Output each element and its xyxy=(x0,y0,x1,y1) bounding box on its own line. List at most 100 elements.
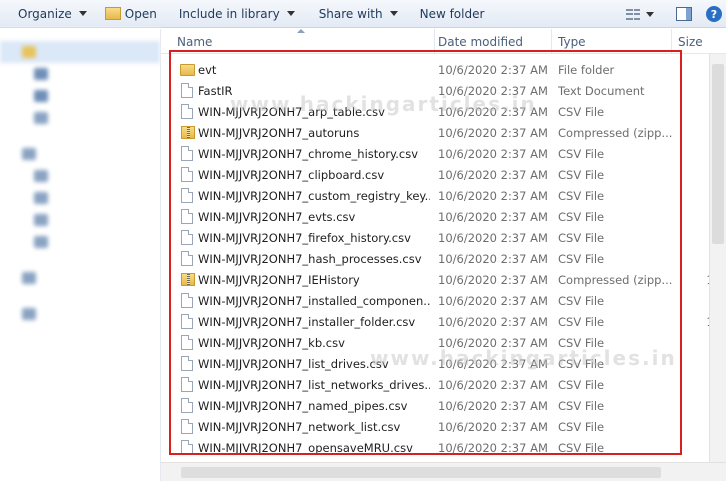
chevron-down-icon xyxy=(389,11,398,16)
pictures-icon xyxy=(34,214,48,226)
file-date-modified: 10/6/2020 2:37 AM xyxy=(438,335,548,350)
nav-item[interactable] xyxy=(0,143,160,165)
nav-item[interactable] xyxy=(0,231,160,253)
csv-file-icon xyxy=(181,167,193,182)
folder-open-icon xyxy=(104,7,121,20)
file-row[interactable]: WIN-MJJVRJ2ONH7_arp_table.csv 10/6/2020 2… xyxy=(161,101,721,122)
file-row[interactable]: WIN-MJJVRJ2ONH7_list_networks_drives....… xyxy=(161,374,721,395)
csv-file-icon xyxy=(181,293,193,308)
navigation-pane[interactable] xyxy=(0,29,160,481)
nav-item[interactable] xyxy=(0,209,160,231)
csv-file-icon xyxy=(181,377,193,392)
csv-file-icon xyxy=(181,104,193,119)
file-name: WIN-MJJVRJ2ONH7_autoruns xyxy=(198,125,360,140)
file-name: WIN-MJJVRJ2ONH7_custom_registry_key... xyxy=(198,188,430,203)
file-name: WIN-MJJVRJ2ONH7_clipboard.csv xyxy=(198,167,385,182)
file-row[interactable]: WIN-MJJVRJ2ONH7_firefox_history.csv 10/6/… xyxy=(161,227,721,248)
open-button[interactable]: Open xyxy=(95,0,165,28)
file-type: CSV File xyxy=(558,230,605,245)
details-view-icon xyxy=(626,8,640,20)
nav-item[interactable] xyxy=(0,267,160,289)
file-type: CSV File xyxy=(558,440,605,455)
file-row[interactable]: WIN-MJJVRJ2ONH7_IEHistory 10/6/2020 2:37 … xyxy=(161,269,721,290)
nav-item[interactable] xyxy=(0,165,160,187)
file-row[interactable]: WIN-MJJVRJ2ONH7_network_list.csv 10/6/202… xyxy=(161,416,721,437)
file-date-modified: 10/6/2020 2:37 AM xyxy=(438,209,548,224)
file-row[interactable]: WIN-MJJVRJ2ONH7_evts.csv 10/6/2020 2:37 A… xyxy=(161,206,721,227)
file-row[interactable]: evt 10/6/2020 2:37 AM File folder xyxy=(161,59,721,80)
file-row[interactable]: WIN-MJJVRJ2ONH7_custom_registry_key... 10… xyxy=(161,185,721,206)
help-icon[interactable]: ? xyxy=(706,6,722,22)
recent-places-icon xyxy=(34,112,48,124)
folder-icon xyxy=(180,64,195,76)
downloads-icon xyxy=(34,90,48,102)
vertical-scrollbar[interactable] xyxy=(709,54,726,462)
column-header-size[interactable]: Size xyxy=(672,29,726,54)
organize-button[interactable]: Organize xyxy=(0,0,95,28)
file-type: Compressed (zipp... xyxy=(558,272,673,287)
command-bar: Organize Open Include in library Share w… xyxy=(0,0,726,28)
desktop-icon xyxy=(34,68,48,80)
scroll-thumb[interactable] xyxy=(712,64,724,244)
file-name: WIN-MJJVRJ2ONH7_IEHistory xyxy=(198,272,360,287)
file-row[interactable]: WIN-MJJVRJ2ONH7_installer_folder.csv 10/6… xyxy=(161,311,721,332)
column-header-bar: Name Date modified Type Size xyxy=(161,29,726,54)
favorites-icon xyxy=(22,46,36,58)
chevron-down-icon xyxy=(78,11,87,16)
nav-item[interactable] xyxy=(0,63,160,85)
open-label: Open xyxy=(124,6,157,21)
file-row[interactable]: WIN-MJJVRJ2ONH7_installed_componen... 10/… xyxy=(161,290,721,311)
file-date-modified: 10/6/2020 2:37 AM xyxy=(438,167,548,182)
file-name: WIN-MJJVRJ2ONH7_installer_folder.csv xyxy=(198,314,416,329)
file-row[interactable]: WIN-MJJVRJ2ONH7_hash_processes.csv 10/6/2… xyxy=(161,248,721,269)
file-row[interactable]: WIN-MJJVRJ2ONH7_chrome_history.csv 10/6/2… xyxy=(161,143,721,164)
file-date-modified: 10/6/2020 2:37 AM xyxy=(438,419,548,434)
nav-item[interactable] xyxy=(0,187,160,209)
csv-file-icon xyxy=(181,230,193,245)
preview-pane-icon[interactable] xyxy=(676,7,692,21)
file-date-modified: 10/6/2020 2:37 AM xyxy=(438,62,548,77)
share-with-label: Share with xyxy=(318,6,383,21)
horizontal-scrollbar[interactable] xyxy=(161,462,726,481)
file-row[interactable]: WIN-MJJVRJ2ONH7_clipboard.csv 10/6/2020 2… xyxy=(161,164,721,185)
file-type: CSV File xyxy=(558,188,605,203)
column-header-date-modified[interactable]: Date modified xyxy=(432,29,552,54)
zip-folder-icon xyxy=(181,273,195,286)
file-row[interactable]: FastIR 10/6/2020 2:37 AM Text Document xyxy=(161,80,721,101)
new-folder-label: New folder xyxy=(419,6,485,21)
file-row[interactable]: WIN-MJJVRJ2ONH7_autoruns 10/6/2020 2:37 A… xyxy=(161,122,721,143)
file-type: CSV File xyxy=(558,104,605,119)
file-list-pane: Name Date modified Type Size evt 10/6/202… xyxy=(161,29,726,481)
file-type: Compressed (zipp... xyxy=(558,125,673,140)
file-date-modified: 10/6/2020 2:37 AM xyxy=(438,398,548,413)
file-date-modified: 10/6/2020 2:37 AM xyxy=(438,377,548,392)
file-row[interactable]: WIN-MJJVRJ2ONH7_kb.csv 10/6/2020 2:37 AM C… xyxy=(161,332,721,353)
file-type: File folder xyxy=(558,62,615,77)
documents-icon xyxy=(34,170,48,182)
share-with-button[interactable]: Share with xyxy=(303,0,406,28)
csv-file-icon xyxy=(181,251,193,266)
new-folder-button[interactable]: New folder xyxy=(406,0,493,28)
csv-file-icon xyxy=(181,356,193,371)
file-name: WIN-MJJVRJ2ONH7_hash_processes.csv xyxy=(198,251,422,266)
nav-item[interactable] xyxy=(0,41,160,63)
music-icon xyxy=(34,192,48,204)
include-in-library-label: Include in library xyxy=(178,6,280,21)
column-date-label: Date modified xyxy=(438,34,524,49)
include-in-library-button[interactable]: Include in library xyxy=(165,0,303,28)
nav-item[interactable] xyxy=(0,107,160,129)
file-type: CSV File xyxy=(558,293,605,308)
network-icon xyxy=(22,308,36,320)
change-view-button[interactable] xyxy=(622,8,658,20)
nav-item[interactable] xyxy=(0,303,160,325)
column-header-type[interactable]: Type xyxy=(552,29,672,54)
nav-item[interactable] xyxy=(0,85,160,107)
file-row[interactable]: WIN-MJJVRJ2ONH7_opensaveMRU.csv 10/6/2020… xyxy=(161,437,721,458)
file-row[interactable]: WIN-MJJVRJ2ONH7_list_drives.csv 10/6/2020… xyxy=(161,353,721,374)
file-date-modified: 10/6/2020 2:37 AM xyxy=(438,188,548,203)
file-name: WIN-MJJVRJ2ONH7_kb.csv xyxy=(198,335,345,350)
file-row[interactable]: WIN-MJJVRJ2ONH7_named_pipes.csv 10/6/2020… xyxy=(161,395,721,416)
view-controls: ? xyxy=(622,0,722,28)
file-name: WIN-MJJVRJ2ONH7_opensaveMRU.csv xyxy=(198,440,413,455)
scroll-thumb[interactable] xyxy=(181,467,661,478)
